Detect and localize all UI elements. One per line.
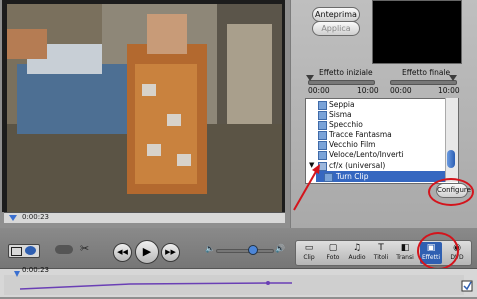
list-item-folder[interactable]: ▼ cf/x (universal) bbox=[306, 160, 450, 171]
scrollbar-thumb[interactable] bbox=[447, 150, 455, 168]
effect-out-knob[interactable] bbox=[449, 75, 457, 81]
timeline-track bbox=[4, 271, 473, 295]
photo-icon: ▢ bbox=[328, 243, 338, 253]
apply-button[interactable]: Applica bbox=[312, 21, 360, 36]
view-toggle[interactable] bbox=[8, 244, 40, 258]
list-item[interactable]: Veloce/Lento/Inverti bbox=[306, 149, 450, 160]
scissors-icon[interactable]: ✂ bbox=[80, 242, 89, 255]
effect-out-label: Effetto finale bbox=[402, 68, 451, 77]
timeline-timecode: 0:00:23 bbox=[22, 266, 49, 274]
effect-out-slider[interactable] bbox=[390, 80, 457, 85]
rewind-icon: ◀◀ bbox=[117, 248, 128, 256]
fast-forward-icon: ▶▶ bbox=[165, 248, 176, 256]
volume-slider[interactable] bbox=[216, 249, 274, 253]
play-icon: ▶ bbox=[142, 245, 152, 258]
fast-forward-button[interactable]: ▶▶ bbox=[161, 243, 180, 262]
toolbar-clip-button[interactable]: ▭ Clip bbox=[298, 242, 320, 264]
list-item-selected[interactable]: Turn Clip bbox=[316, 171, 450, 182]
playhead-icon[interactable] bbox=[9, 215, 17, 221]
volume-low-icon: 🔈 bbox=[205, 244, 215, 253]
volume-knob[interactable] bbox=[248, 245, 258, 255]
viewer-timecode: 0:00:23 bbox=[22, 213, 49, 221]
audio-icon: ♫ bbox=[352, 243, 362, 253]
annotation-arrow bbox=[293, 164, 320, 211]
video-frame bbox=[7, 4, 282, 212]
video-scene-image bbox=[7, 4, 282, 212]
play-button[interactable]: ▶ bbox=[135, 240, 159, 264]
timeline[interactable] bbox=[0, 268, 477, 297]
clock-view-icon[interactable] bbox=[25, 246, 36, 255]
effects-list-scrollbar[interactable] bbox=[445, 98, 458, 182]
effect-out-min: 00:00 bbox=[390, 86, 412, 95]
effect-out-max: 10:00 bbox=[438, 86, 460, 95]
effect-in-label: Effetto iniziale bbox=[319, 68, 373, 77]
camera-toggle[interactable] bbox=[55, 245, 73, 254]
rewind-button[interactable]: ◀◀ bbox=[113, 243, 132, 262]
effect-in-max: 10:00 bbox=[357, 86, 379, 95]
clip-icon: ▭ bbox=[304, 243, 314, 253]
volume-high-icon: 🔊 bbox=[275, 244, 285, 253]
annotation-circle-effects bbox=[417, 232, 459, 270]
annotation-circle-configure bbox=[428, 178, 474, 206]
toolbar-photo-button[interactable]: ▢ Foto bbox=[322, 242, 344, 264]
toolbar-transitions-button[interactable]: ◧ Transi bbox=[394, 242, 416, 264]
effects-list[interactable]: Seppia Sisma Specchio Tracce Fantasma Ve… bbox=[305, 98, 459, 184]
timeline-view-icon[interactable] bbox=[11, 247, 22, 256]
transitions-icon: ◧ bbox=[400, 243, 410, 253]
effect-icon bbox=[324, 173, 333, 182]
effect-in-knob[interactable] bbox=[306, 75, 314, 81]
effect-icon bbox=[318, 151, 327, 160]
viewer-scrubber[interactable]: 0:00:23 bbox=[4, 212, 285, 223]
effect-in-slider[interactable] bbox=[308, 80, 375, 85]
toolbar-titles-button[interactable]: T Titoli bbox=[370, 242, 392, 264]
preview-button[interactable]: Anteprima bbox=[312, 7, 360, 22]
titles-icon: T bbox=[378, 243, 384, 253]
toolbar-audio-button[interactable]: ♫ Audio bbox=[346, 242, 368, 264]
effect-preview-window bbox=[372, 0, 462, 64]
effect-in-min: 00:00 bbox=[308, 86, 330, 95]
